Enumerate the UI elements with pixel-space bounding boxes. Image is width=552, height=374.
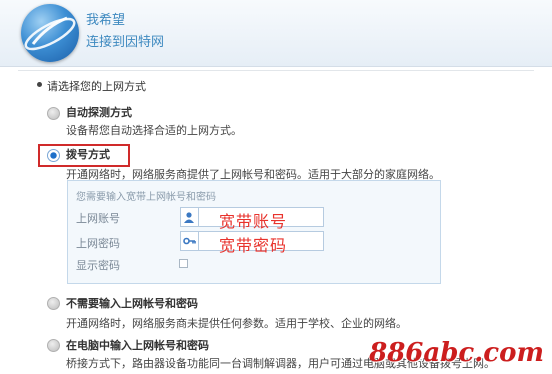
header-bar: 我希望 连接到因特网: [0, 0, 552, 67]
radio-auto-detect[interactable]: [47, 107, 60, 120]
password-value: 宽带密码: [219, 236, 288, 255]
account-input[interactable]: 宽带账号: [198, 207, 324, 231]
password-input[interactable]: 宽带密码: [198, 231, 324, 255]
account-label: 上网账号: [76, 212, 120, 225]
header-subtitle: 连接到因特网: [86, 35, 165, 50]
radio-bridge[interactable]: [47, 339, 60, 352]
globe-logo-icon: [21, 4, 79, 62]
password-label: 上网密码: [76, 237, 120, 250]
show-password-checkbox[interactable]: [179, 259, 188, 268]
panel-title: 您需要输入宽带上网帐号和密码: [76, 192, 216, 203]
header-title: 我希望: [86, 13, 126, 28]
prompt-text: 请选择您的上网方式: [47, 80, 146, 93]
key-icon: [180, 231, 199, 251]
watermark: 886abc.com: [369, 338, 544, 368]
user-icon: [180, 207, 199, 227]
show-password-label: 显示密码: [76, 259, 120, 272]
radio-dialup[interactable]: [47, 149, 60, 162]
prompt-bullet: [37, 82, 42, 87]
header-divider: [18, 70, 534, 71]
account-value: 宽带账号: [219, 212, 288, 231]
option-label-auto-detect: 自动探测方式: [66, 106, 132, 119]
option-label-dialup: 拨号方式: [66, 148, 110, 161]
option-label-no-credentials: 不需要输入上网帐号和密码: [66, 297, 198, 310]
radio-no-credentials[interactable]: [47, 297, 60, 310]
option-desc-no-credentials: 开通网络时，网络服务商未提供任何参数。适用于学校、企业的网络。: [66, 317, 407, 330]
option-desc-auto-detect: 设备帮您自动选择合适的上网方式。: [66, 124, 242, 137]
option-label-bridge: 在电脑中输入上网帐号和密码: [66, 339, 209, 352]
